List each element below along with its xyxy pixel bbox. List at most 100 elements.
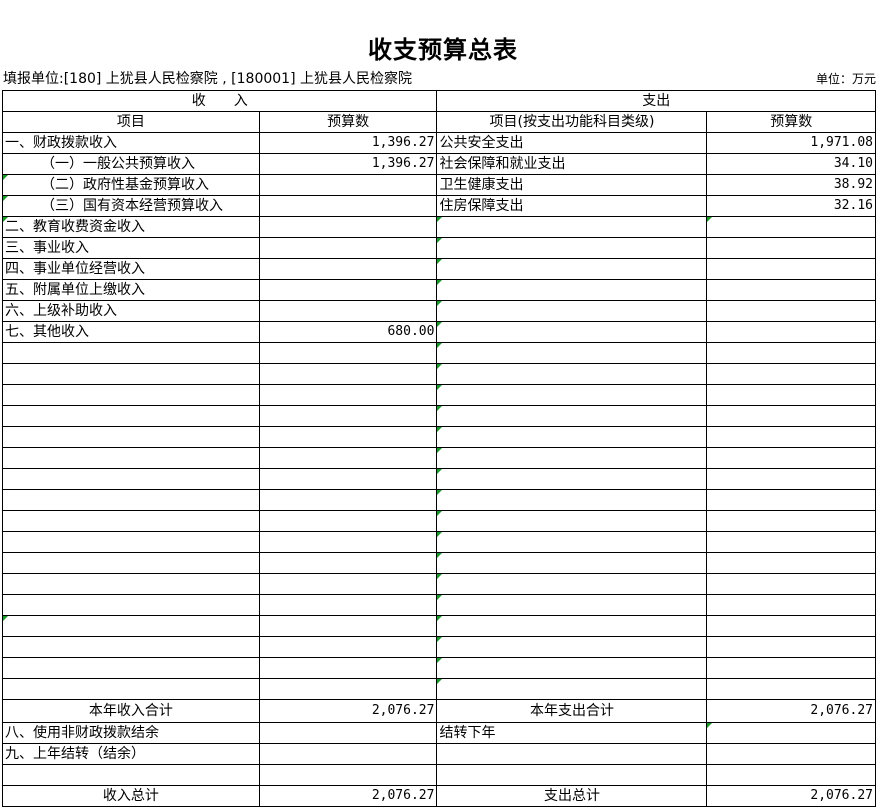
expense-value-cell[interactable] <box>706 279 876 301</box>
income-value-cell[interactable] <box>258 573 438 595</box>
income-item-cell[interactable] <box>2 468 260 490</box>
expense-value-cell[interactable] <box>706 743 876 765</box>
expense-grand-total-value[interactable]: 2,076.27 <box>706 785 876 807</box>
expense-item-cell[interactable] <box>436 342 708 364</box>
income-value-cell[interactable] <box>258 678 438 700</box>
expense-item-cell[interactable] <box>436 237 708 259</box>
expense-value-cell[interactable] <box>706 447 876 469</box>
income-value-cell[interactable] <box>258 342 438 364</box>
expense-value-cell[interactable] <box>706 678 876 700</box>
income-value-cell[interactable] <box>258 426 438 448</box>
expense-value-cell[interactable] <box>706 489 876 511</box>
income-item-cell[interactable] <box>2 678 260 700</box>
expense-item-cell[interactable] <box>436 743 708 765</box>
expense-item-cell[interactable] <box>436 489 708 511</box>
expense-value-cell[interactable] <box>706 363 876 385</box>
expense-value-cell[interactable] <box>706 636 876 658</box>
income-value-cell[interactable] <box>258 552 438 574</box>
income-item-cell[interactable]: 六、上级补助收入 <box>2 300 260 322</box>
income-value-cell[interactable]: 680.00 <box>258 321 438 343</box>
income-item-cell[interactable]: 一、财政拨款收入 <box>2 132 260 154</box>
income-item-cell[interactable]: 七、其他收入 <box>2 321 260 343</box>
income-item-cell[interactable] <box>2 764 260 786</box>
expense-item-cell[interactable] <box>436 510 708 532</box>
expense-item-cell[interactable]: 社会保障和就业支出 <box>436 153 708 175</box>
income-item-cell[interactable]: 二、教育收费资金收入 <box>2 216 260 238</box>
expense-value-cell[interactable] <box>706 594 876 616</box>
expense-item-cell[interactable] <box>436 615 708 637</box>
income-value-cell[interactable] <box>258 764 438 786</box>
expense-value-cell[interactable] <box>706 573 876 595</box>
expense-value-cell[interactable] <box>706 258 876 280</box>
expense-item-cell[interactable]: 公共安全支出 <box>436 132 708 154</box>
income-item-cell[interactable] <box>2 552 260 574</box>
income-value-cell[interactable] <box>258 636 438 658</box>
income-item-cell[interactable] <box>2 363 260 385</box>
income-value-cell[interactable]: 1,396.27 <box>258 132 438 154</box>
expense-value-cell[interactable] <box>706 321 876 343</box>
expense-value-cell[interactable]: 34.10 <box>706 153 876 175</box>
income-year-total-value[interactable]: 2,076.27 <box>258 699 438 723</box>
income-value-cell[interactable] <box>258 657 438 679</box>
expense-value-cell[interactable] <box>706 657 876 679</box>
income-item-cell[interactable] <box>2 510 260 532</box>
income-value-cell[interactable] <box>258 447 438 469</box>
expense-value-cell[interactable] <box>706 552 876 574</box>
income-item-cell[interactable]: （二）政府性基金预算收入 <box>2 174 260 196</box>
income-grand-total-value[interactable]: 2,076.27 <box>258 785 438 807</box>
income-item-cell[interactable] <box>2 573 260 595</box>
expense-value-cell[interactable] <box>706 342 876 364</box>
expense-item-cell[interactable] <box>436 405 708 427</box>
expense-item-cell[interactable] <box>436 384 708 406</box>
expense-value-cell[interactable] <box>706 510 876 532</box>
income-value-cell[interactable] <box>258 300 438 322</box>
income-value-cell[interactable] <box>258 489 438 511</box>
expense-item-cell[interactable] <box>436 531 708 553</box>
expense-item-cell[interactable] <box>436 363 708 385</box>
expense-year-total-value[interactable]: 2,076.27 <box>706 699 876 723</box>
expense-item-cell[interactable] <box>436 657 708 679</box>
income-value-cell[interactable] <box>258 363 438 385</box>
expense-value-cell[interactable] <box>706 468 876 490</box>
income-value-cell[interactable] <box>258 722 438 744</box>
income-item-cell[interactable] <box>2 426 260 448</box>
expense-value-cell[interactable] <box>706 531 876 553</box>
income-item-cell[interactable]: 四、事业单位经营收入 <box>2 258 260 280</box>
expense-value-cell[interactable]: 38.92 <box>706 174 876 196</box>
income-value-cell[interactable]: 1,396.27 <box>258 153 438 175</box>
expense-item-cell[interactable] <box>436 258 708 280</box>
income-value-cell[interactable] <box>258 384 438 406</box>
income-item-cell[interactable] <box>2 342 260 364</box>
expense-value-cell[interactable] <box>706 237 876 259</box>
expense-item-cell[interactable] <box>436 447 708 469</box>
expense-item-cell[interactable]: 卫生健康支出 <box>436 174 708 196</box>
income-value-cell[interactable] <box>258 195 438 217</box>
expense-item-cell[interactable]: 住房保障支出 <box>436 195 708 217</box>
expense-item-cell[interactable] <box>436 594 708 616</box>
income-item-cell[interactable]: 五、附属单位上缴收入 <box>2 279 260 301</box>
income-item-cell[interactable] <box>2 594 260 616</box>
expense-item-cell[interactable] <box>436 426 708 448</box>
expense-value-cell[interactable] <box>706 300 876 322</box>
expense-item-cell[interactable] <box>436 468 708 490</box>
income-item-cell[interactable] <box>2 489 260 511</box>
income-value-cell[interactable] <box>258 258 438 280</box>
expense-value-cell[interactable] <box>706 216 876 238</box>
expense-value-cell[interactable] <box>706 615 876 637</box>
income-value-cell[interactable] <box>258 510 438 532</box>
expense-value-cell[interactable] <box>706 764 876 786</box>
income-value-cell[interactable] <box>258 743 438 765</box>
income-item-cell[interactable] <box>2 384 260 406</box>
income-value-cell[interactable] <box>258 174 438 196</box>
expense-item-cell[interactable] <box>436 279 708 301</box>
income-value-cell[interactable] <box>258 237 438 259</box>
expense-value-cell[interactable] <box>706 722 876 744</box>
income-value-cell[interactable] <box>258 405 438 427</box>
expense-value-cell[interactable] <box>706 405 876 427</box>
expense-item-cell[interactable] <box>436 764 708 786</box>
income-value-cell[interactable] <box>258 468 438 490</box>
income-item-cell[interactable]: 三、事业收入 <box>2 237 260 259</box>
expense-value-cell[interactable]: 1,971.08 <box>706 132 876 154</box>
expense-item-cell[interactable] <box>436 552 708 574</box>
expense-item-cell[interactable] <box>436 321 708 343</box>
